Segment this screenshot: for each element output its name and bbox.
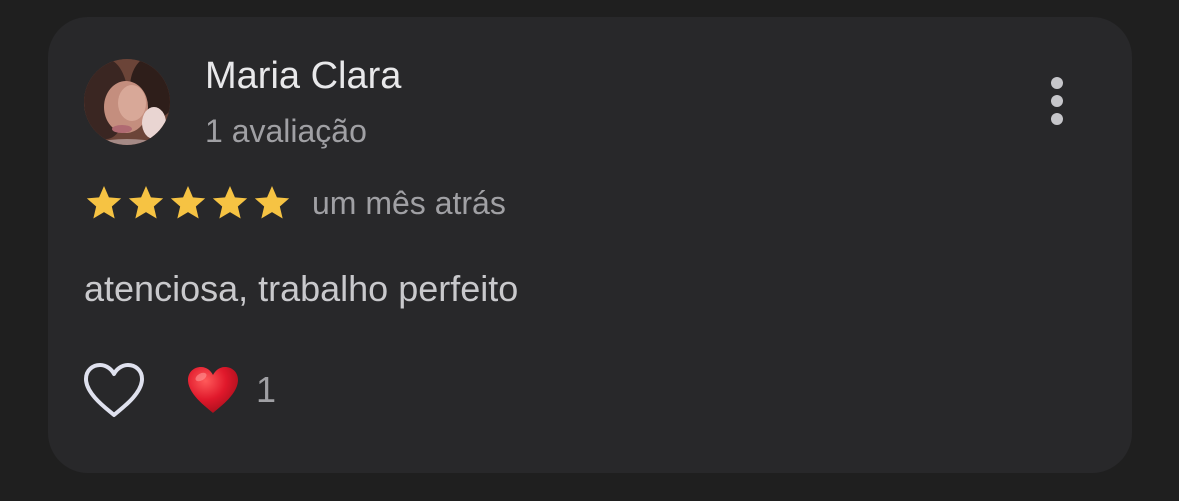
author-review-count: 1 avaliação (205, 113, 367, 149)
star-icon (168, 183, 208, 223)
like-button[interactable] (82, 361, 146, 419)
star-rating (84, 183, 292, 223)
avatar[interactable] (84, 59, 170, 145)
star-icon (252, 183, 292, 223)
review-text: atenciosa, trabalho perfeito (84, 268, 519, 309)
star-icon (210, 183, 250, 223)
review-card: Maria Clara 1 avaliação um mês atrás ate… (48, 17, 1132, 473)
star-icon (126, 183, 166, 223)
star-icon (84, 183, 124, 223)
heart-outline-icon (84, 363, 144, 417)
red-heart-icon (188, 367, 238, 413)
review-date: um mês atrás (312, 185, 506, 221)
more-options-button[interactable] (1040, 73, 1074, 129)
avatar-photo (84, 59, 170, 145)
heart-reaction[interactable]: 1 (186, 361, 276, 419)
heart-reaction-count: 1 (256, 369, 277, 410)
author-name[interactable]: Maria Clara (205, 53, 401, 99)
